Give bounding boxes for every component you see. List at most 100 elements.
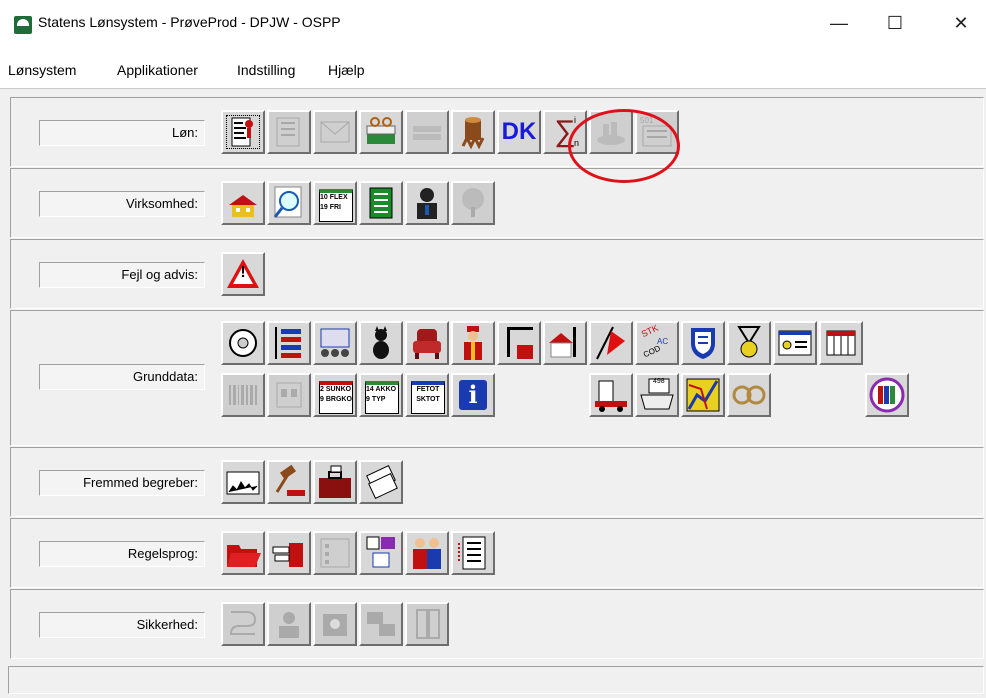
section-label-regelsprog: Regelsprog: [39,541,205,567]
fetot-button[interactable]: FETOT SKTOT [405,373,449,417]
menu-hjaelp[interactable]: Hjælp [328,62,365,78]
shield-button[interactable] [681,321,725,365]
tree-icon [462,188,484,217]
section-label-lon: Løn: [39,120,205,146]
flag-button[interactable] [589,321,633,365]
employee-record-button[interactable] [221,110,265,154]
tree-stump-button[interactable] [451,110,495,154]
handcuffs-button[interactable] [727,373,771,417]
fetot-line-1: FETOT [416,386,440,393]
medal-button[interactable] [727,321,771,365]
stack-disabled-button[interactable] [405,110,449,154]
tree-disabled-button[interactable] [451,181,495,225]
company-house-button[interactable] [221,181,265,225]
glasses-icon [366,117,396,144]
people-group-button[interactable] [405,531,449,575]
building-site-button[interactable] [543,321,587,365]
employee-record-icon [231,117,253,147]
menu-indstilling[interactable]: Indstilling [237,62,295,78]
section-label-grunddata: Grunddata: [39,364,205,390]
security-5-button[interactable] [405,602,449,646]
sunko-button[interactable]: 2 SUNKO 9 BRGKO [313,373,357,417]
people-icon [413,538,441,569]
info-button[interactable]: i [451,373,495,417]
open-folder-button[interactable] [221,531,265,575]
checklist-button[interactable] [313,531,357,575]
mailbox-button[interactable] [267,531,311,575]
printer-button[interactable]: 498 [635,373,679,417]
armchair-button[interactable] [405,321,449,365]
archive-icon [276,382,302,408]
security-4-button[interactable] [359,602,403,646]
menu-applikationer[interactable]: Applikationer [117,62,198,78]
gavel-button[interactable] [267,460,311,504]
house-icon [229,195,257,217]
mailbox-icon [272,543,303,567]
dialog-icon [778,330,812,356]
flex-line-2: 19 FRI [320,204,342,211]
security-2-button[interactable] [267,602,311,646]
flex-line-1: 10 FLEX [320,194,348,201]
calendar-table-button[interactable] [819,321,863,365]
info-glyph: i [468,380,478,409]
printer-498-label: 498 [653,378,665,385]
title-bar: Statens Lønsystem - PrøveProd - DPJW - O… [0,0,986,56]
tree-stump-icon [461,117,485,150]
map-route-button[interactable] [681,373,725,417]
window-dialog-button[interactable] [773,321,817,365]
akko-line-2: 9 TYP [366,396,386,403]
books-button[interactable] [865,373,909,417]
conveyor-button[interactable] [313,321,357,365]
section-sikkerhed: Sikkerhed: [10,589,984,659]
archive-button[interactable] [267,373,311,417]
pattern-grid-button[interactable] [359,531,403,575]
warning-mark: ! [240,264,246,281]
green-ledger-button[interactable] [359,181,403,225]
truck-button[interactable] [589,373,633,417]
skyline-icon [226,471,260,495]
contact-person-button[interactable] [405,181,449,225]
akko-button[interactable]: 14 AKKO 9 TYP [359,373,403,417]
stk-ac-button[interactable]: STK AC COD [635,321,679,365]
checklist-icon [320,538,350,568]
phone-dial-button[interactable] [221,321,265,365]
door-exit-icon [416,609,440,639]
barcode-button[interactable] [221,373,265,417]
app-logo-icon [14,16,32,34]
highlight-annotation-circle [568,109,680,183]
section-regelsprog: Regelsprog: [10,518,984,588]
envelopes-button[interactable] [359,460,403,504]
section-label-sikkerhed: Sikkerhed: [39,612,205,638]
dk-button[interactable]: DK [497,110,541,154]
dial-icon [229,329,257,357]
guard-button[interactable] [451,321,495,365]
cod-label: COD [641,343,662,360]
building-icon [549,327,576,358]
city-skyline-button[interactable] [221,460,265,504]
security-3-button[interactable] [313,602,357,646]
ledger-icon [369,187,393,219]
briefcase-button[interactable] [313,460,357,504]
medal-icon [737,326,761,358]
fetot-line-2: SKTOT [416,396,440,403]
maximize-button[interactable]: ☐ [872,10,918,36]
flex-time-button[interactable]: 10 FLEX 19 FRI [313,181,357,225]
minimize-button[interactable]: — [816,10,862,36]
warning-button[interactable]: ! [221,252,265,296]
menu-lonsystem[interactable]: Lønsystem [8,62,76,78]
document-tree-button[interactable] [451,531,495,575]
payroll-document-button[interactable] [267,110,311,154]
close-button[interactable]: ✕ [938,10,984,36]
role-icon [323,614,347,636]
cat-button[interactable] [359,321,403,365]
hierarchy-button[interactable] [267,321,311,365]
status-bar [8,666,984,694]
search-company-button[interactable] [267,181,311,225]
security-1-button[interactable] [221,602,265,646]
section-fejl: Fejl og advis: ! [10,239,984,309]
mail-document-button[interactable] [313,110,357,154]
glasses-review-button[interactable] [359,110,403,154]
crane-factory-button[interactable] [497,321,541,365]
path-icon [229,611,257,635]
gavel-icon [275,464,305,496]
